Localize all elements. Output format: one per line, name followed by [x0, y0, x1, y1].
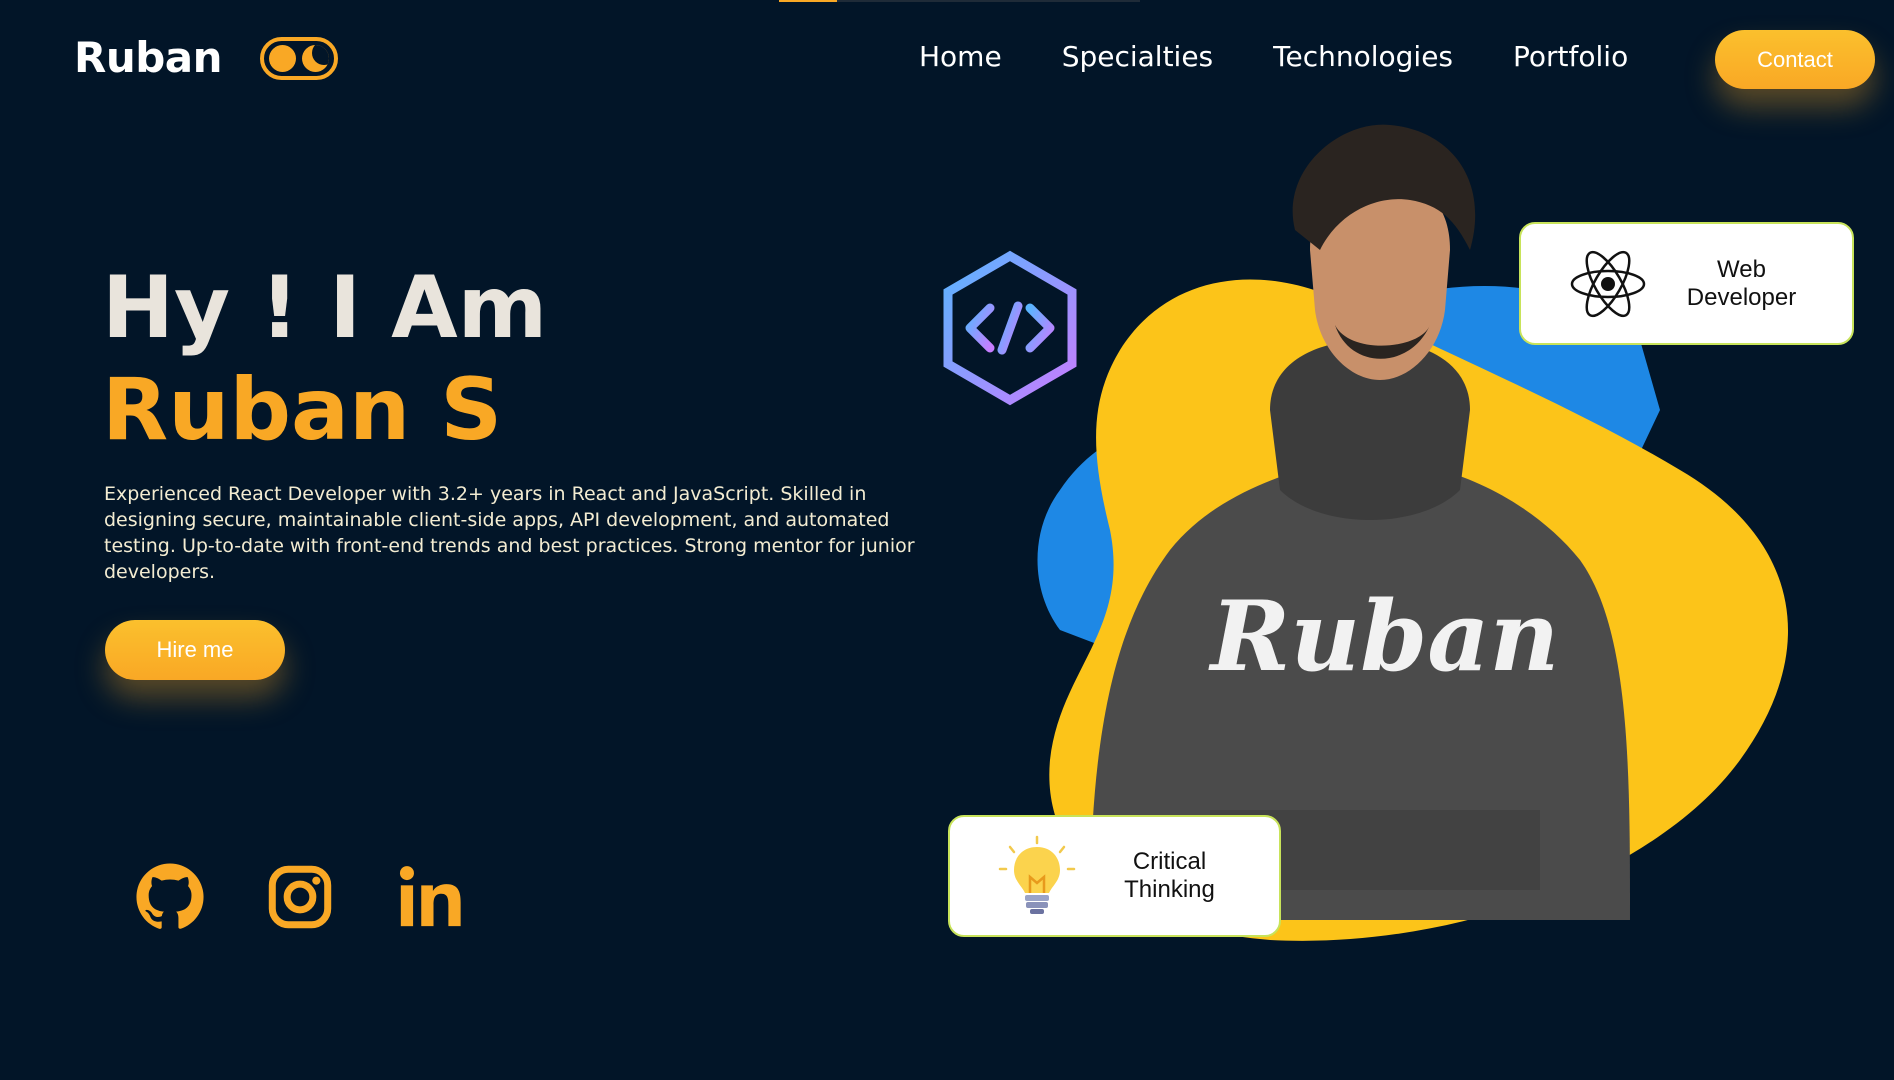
hero-greeting: Hy ! I Am	[102, 258, 548, 358]
nav-link-specialties[interactable]: Specialties	[1062, 40, 1213, 73]
hoodie-text: Ruban	[1208, 580, 1560, 693]
instagram-icon[interactable]	[265, 862, 335, 932]
theme-toggle[interactable]	[260, 37, 338, 80]
card-line-1: Critical	[1132, 848, 1207, 875]
lightbulb-icon	[998, 835, 1076, 914]
critical-thinking-label: Critical Thinking	[1080, 848, 1279, 904]
hero-bio: Experienced React Developer with 3.2+ ye…	[104, 483, 915, 583]
nav-links: Home Specialties Technologies Portfolio	[919, 40, 1688, 73]
github-icon[interactable]	[135, 862, 205, 932]
card-line-2: Developer	[1686, 283, 1797, 311]
nav-link-technologies[interactable]: Technologies	[1273, 40, 1453, 73]
moon-icon	[302, 45, 329, 72]
web-developer-card: Web Developer	[1519, 222, 1854, 345]
web-developer-label: Web Developer	[1651, 256, 1852, 312]
linkedin-icon[interactable]	[395, 862, 465, 932]
card-line-2: Thinking	[1124, 876, 1215, 903]
logo[interactable]: Ruban	[74, 33, 223, 82]
critical-thinking-card: Critical Thinking	[948, 815, 1281, 937]
social-links	[135, 862, 525, 932]
nav-link-home[interactable]: Home	[919, 40, 1002, 73]
contact-button[interactable]: Contact	[1715, 30, 1875, 89]
hero-name: Ruban S	[102, 360, 503, 460]
react-atom-icon	[1570, 250, 1646, 317]
navbar: Ruban Home Specialties Technologies Port…	[0, 0, 1894, 120]
hire-me-button[interactable]: Hire me	[105, 620, 285, 680]
nav-link-portfolio[interactable]: Portfolio	[1513, 40, 1628, 73]
sun-icon	[269, 45, 296, 72]
card-line-1: Web	[1717, 255, 1766, 283]
code-tag-icon	[943, 250, 1077, 406]
